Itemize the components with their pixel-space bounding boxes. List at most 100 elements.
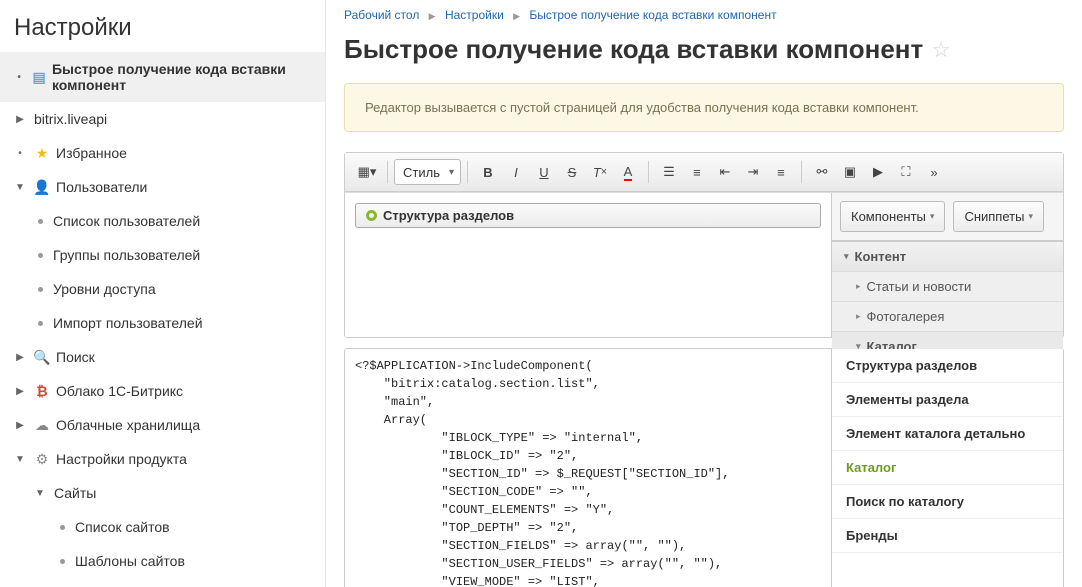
collapse-icon: ▼ <box>34 487 46 499</box>
sidebar-item-label: Список пользователей <box>53 213 200 229</box>
sidebar-item-label: Облачные хранилища <box>56 417 200 433</box>
favorite-star-icon[interactable]: ☆ <box>931 37 951 63</box>
gear-icon: ⚙ <box>34 451 50 467</box>
chevron-down-icon: ▾ <box>930 211 935 222</box>
strikethrough-button[interactable]: S <box>559 159 585 185</box>
sidebar-item-site-list[interactable]: Список сайтов <box>0 510 325 544</box>
outdent-button[interactable]: ⇤ <box>712 159 738 185</box>
main-content: Рабочий стол ▶ Настройки ▶ Быстрое получ… <box>326 0 1082 587</box>
expand-icon: ▶ <box>14 351 26 363</box>
bullet-icon <box>38 287 43 292</box>
code-output[interactable]: <?$APPLICATION->IncludeComponent( "bitri… <box>345 349 831 587</box>
sidebar-item-search[interactable]: ▶ 🔍 Поиск <box>0 340 325 374</box>
document-icon: ▤ <box>32 69 46 85</box>
page-title-row: Быстрое получение кода вставки компонент… <box>326 26 1082 83</box>
chevron-right-icon: ▸ <box>856 281 861 292</box>
sidebar-item-users[interactable]: ▼ 👤 Пользователи <box>0 170 325 204</box>
sidebar-item-1c-cloud[interactable]: ▶ ₿ Облако 1С-Битрикс <box>0 374 325 408</box>
chevron-right-icon: ▸ <box>856 311 861 322</box>
sidebar-item-import-users[interactable]: Импорт пользователей <box>0 306 325 340</box>
sidebar-item-sites[interactable]: ▼ Сайты <box>0 476 325 510</box>
sidebar-item-label: bitrix.liveapi <box>34 111 107 127</box>
editor-canvas[interactable]: Структура разделов <box>345 193 831 337</box>
bullet-icon <box>38 253 43 258</box>
page-title: Быстрое получение кода вставки компонент <box>344 34 923 65</box>
cat-element-detail[interactable]: Элемент каталога детально <box>832 417 1063 451</box>
sidebar-item-label: Шаблоны сайтов <box>75 553 185 569</box>
cloud-icon: ☁ <box>34 417 50 433</box>
sidebar-item-favorites[interactable]: • ★ Избранное <box>0 136 325 170</box>
fullscreen-button[interactable]: ⛶ <box>893 159 919 185</box>
code-split: <?$APPLICATION->IncludeComponent( "bitri… <box>344 348 1064 587</box>
sidebar-item-cloud-storage[interactable]: ▶ ☁ Облачные хранилища <box>0 408 325 442</box>
sidebar-item-label: Избранное <box>56 145 127 161</box>
tab-components[interactable]: Компоненты ▾ <box>840 201 945 232</box>
align-button[interactable]: ≡ <box>768 159 794 185</box>
sub-photogallery[interactable]: ▸ Фотогалерея <box>832 301 1063 331</box>
breadcrumb-item[interactable]: Быстрое получение кода вставки компонент <box>529 8 776 22</box>
chevron-down-icon: ▾ <box>844 251 849 262</box>
sidebar-item-product-settings[interactable]: ▼ ⚙ Настройки продукта <box>0 442 325 476</box>
sidebar-item-access-levels[interactable]: Уровни доступа <box>0 272 325 306</box>
more-button[interactable]: » <box>921 159 947 185</box>
search-icon: 🔍 <box>34 349 50 365</box>
tab-snippets[interactable]: Сниппеты ▾ <box>953 201 1044 232</box>
user-icon: 👤 <box>34 179 50 195</box>
sub-articles[interactable]: ▸ Статьи и новости <box>832 271 1063 301</box>
tab-label: Сниппеты <box>964 209 1024 224</box>
breadcrumb-item[interactable]: Рабочий стол <box>344 8 419 22</box>
separator-icon <box>387 161 388 183</box>
breadcrumb-item[interactable]: Настройки <box>445 8 504 22</box>
sidebar-item-label: Уровни доступа <box>53 281 156 297</box>
sidebar-item-site-templates[interactable]: Шаблоны сайтов <box>0 544 325 578</box>
component-panel: Компоненты ▾ Сниппеты ▾ ▾ Контент <box>831 193 1063 337</box>
image-button[interactable]: ▣ <box>837 159 863 185</box>
bitrix-icon: ₿ <box>34 383 50 399</box>
sidebar-item-liveapi[interactable]: ▶ bitrix.liveapi <box>0 102 325 136</box>
underline-button[interactable]: U <box>531 159 557 185</box>
bold-button[interactable]: B <box>475 159 501 185</box>
nav-tree: • ▤ Быстрое получение кода вставки компо… <box>0 52 325 578</box>
ordered-list-button[interactable]: ☰ <box>656 159 682 185</box>
sub-label: Статьи и новости <box>867 279 972 294</box>
sidebar-title: Настройки <box>0 0 325 52</box>
chevron-down-icon: ▾ <box>1028 211 1033 222</box>
expand-icon: ▶ <box>14 419 26 431</box>
italic-button[interactable]: I <box>503 159 529 185</box>
text-color-button[interactable]: A <box>615 159 641 185</box>
chevron-right-icon: ▶ <box>429 11 436 21</box>
sidebar-item-label: Пользователи <box>56 179 147 195</box>
cat-brands[interactable]: Бренды <box>832 519 1063 553</box>
sidebar-item-user-list[interactable]: Список пользователей <box>0 204 325 238</box>
editor-toolbar: ▦▾ Стиль B I U S T× A ☰ ≡ ⇤ ⇥ ≡ ⚯ ▣ ▶ <box>345 153 1063 192</box>
cat-section-elements[interactable]: Элементы раздела <box>832 383 1063 417</box>
catalog-list: Структура разделов Элементы раздела Элем… <box>831 349 1063 587</box>
cat-catalog[interactable]: Каталог <box>832 451 1063 485</box>
star-icon: ★ <box>34 145 50 161</box>
style-select[interactable]: Стиль <box>394 159 461 185</box>
sidebar-item-label: Импорт пользователей <box>53 315 203 331</box>
sidebar: Настройки • ▤ Быстрое получение кода вст… <box>0 0 326 587</box>
view-toggle-button[interactable]: ▦▾ <box>354 159 380 185</box>
sidebar-item-code-insert[interactable]: • ▤ Быстрое получение кода вставки компо… <box>0 52 325 102</box>
link-button[interactable]: ⚯ <box>809 159 835 185</box>
cat-search[interactable]: Поиск по каталогу <box>832 485 1063 519</box>
structure-button[interactable]: Структура разделов <box>355 203 821 228</box>
bullet-icon <box>60 525 65 530</box>
bullet-icon <box>38 219 43 224</box>
breadcrumb: Рабочий стол ▶ Настройки ▶ Быстрое получ… <box>326 0 1082 26</box>
video-button[interactable]: ▶ <box>865 159 891 185</box>
editor-body: Структура разделов Компоненты ▾ Сниппеты… <box>345 192 1063 337</box>
separator-icon <box>801 161 802 183</box>
collapse-icon: ▼ <box>14 181 26 193</box>
group-content[interactable]: ▾ Контент <box>832 242 1063 271</box>
sidebar-item-user-groups[interactable]: Группы пользователей <box>0 238 325 272</box>
chevron-right-icon: ▶ <box>513 11 520 21</box>
bullet-icon <box>38 321 43 326</box>
sub-label: Фотогалерея <box>867 309 945 324</box>
clear-format-button[interactable]: T× <box>587 159 613 185</box>
indent-button[interactable]: ⇥ <box>740 159 766 185</box>
unordered-list-button[interactable]: ≡ <box>684 159 710 185</box>
cat-structure[interactable]: Структура разделов <box>832 349 1063 383</box>
bullet-icon <box>60 559 65 564</box>
